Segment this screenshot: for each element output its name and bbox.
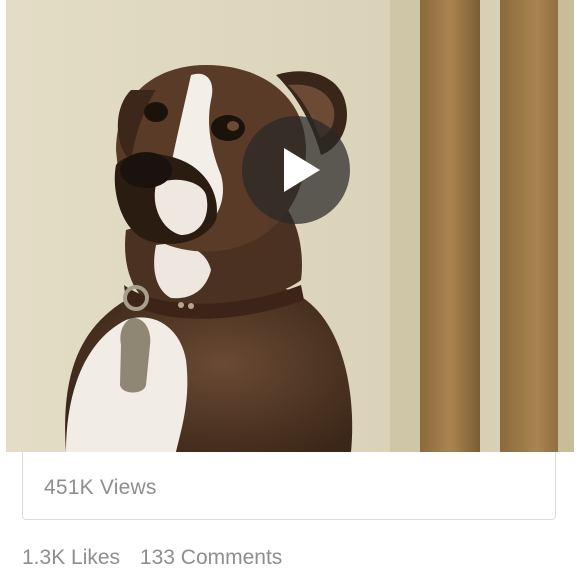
views-card: 451K Views <box>22 452 556 520</box>
comments-count[interactable]: 133 Comments <box>140 546 282 570</box>
views-count: 451K Views <box>44 476 157 499</box>
likes-count[interactable]: 1.3K Likes <box>22 546 120 570</box>
play-icon <box>284 148 320 192</box>
engagement-stats: 1.3K Likes 133 Comments <box>22 546 282 570</box>
dog-image <box>6 0 574 452</box>
play-button[interactable] <box>242 116 350 224</box>
video-thumbnail[interactable] <box>6 0 574 452</box>
post-container: 451K Views 1.3K Likes 133 Comments <box>0 0 580 580</box>
